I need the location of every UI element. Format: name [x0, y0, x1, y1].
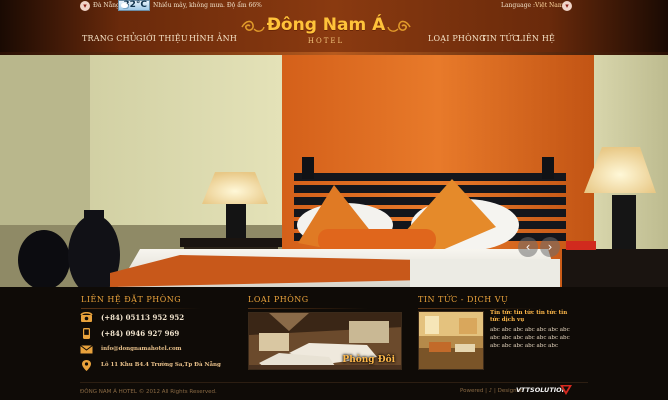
vtt-logo-icon: [560, 385, 572, 395]
phone-number[interactable]: (+84) 05113 952 952: [101, 313, 184, 322]
phone-icon: [80, 312, 93, 322]
room-thumbnail[interactable]: Phòng Đôi: [248, 312, 402, 370]
mobile-number[interactable]: (+84) 0946 927 969: [101, 329, 179, 338]
weather-temperature: 32°C: [118, 0, 150, 11]
news-title: TIN TỨC - DỊCH VỤ: [418, 295, 539, 309]
nav-news[interactable]: TIN TỨC: [481, 34, 519, 44]
nav-gallery[interactable]: HÌNH ẢNH: [189, 34, 237, 44]
news-item-title[interactable]: Tin tức tin tức tin tức tin tức dịch vụ: [490, 310, 576, 324]
language-label: Language :: [501, 2, 536, 9]
ornament-icon: [387, 20, 411, 32]
hotel-logo[interactable]: Đông Nam Á HOTEL: [240, 13, 412, 45]
room-caption: Phòng Đôi: [342, 355, 395, 365]
email-link[interactable]: info@dongnamahotel.com: [101, 345, 181, 354]
divider: [80, 382, 588, 383]
news-thumbnail[interactable]: [418, 311, 484, 370]
location-pin-icon: [82, 360, 91, 371]
hotel-room-photo: [0, 55, 668, 287]
address-text: Lô 11 Khu B4.4 Trường Sa,Tp Đà Nẵng: [101, 362, 221, 368]
rooms-title: LOẠI PHÒNG: [248, 295, 368, 309]
top-bar: ▾ Đà Nẵng 32°C Nhiều mây, không mưa. Độ …: [0, 0, 668, 12]
footer-content: LIÊN HỆ ĐẶT PHÒNG (+84) 05113 952 952 (+…: [0, 287, 668, 400]
chevron-right-icon[interactable]: ›: [540, 237, 560, 257]
weather-condition: Nhiều mây, không mưa. Độ ẩm 66%: [153, 2, 262, 9]
hero-slider[interactable]: ‹ ›: [0, 55, 668, 287]
powered-by: Powered | ♪ | Designed: [460, 388, 524, 394]
chevron-down-icon[interactable]: ▾: [562, 1, 572, 11]
chevron-left-icon[interactable]: ‹: [518, 237, 538, 257]
news-item-body: abc abc abc abc abc abc abc abc abc abc …: [490, 327, 570, 349]
nav-about[interactable]: GIỚI THIỆU: [136, 34, 188, 44]
chevron-down-icon[interactable]: ▾: [80, 1, 90, 11]
nav-home[interactable]: TRANG CHỦ: [82, 34, 137, 44]
mail-icon: [80, 345, 93, 354]
nav-contact[interactable]: LIÊN HỆ: [517, 34, 555, 44]
site-header: ▾ Đà Nẵng 32°C Nhiều mây, không mưa. Độ …: [0, 0, 668, 55]
nav-rooms[interactable]: LOẠI PHÒNG: [428, 34, 486, 44]
cloud-icon: [121, 3, 128, 8]
booking-title: LIÊN HỆ ĐẶT PHÒNG: [81, 295, 202, 309]
weather-city: Đà Nẵng: [93, 2, 120, 9]
language-select[interactable]: Việt Nam: [535, 1, 564, 10]
mobile-icon: [83, 328, 90, 339]
logo-subtitle: HOTEL: [307, 37, 345, 45]
news-photo: [419, 312, 483, 369]
copyright: ĐÔNG NAM Á HOTEL © 2012 All Rights Reser…: [80, 389, 217, 395]
